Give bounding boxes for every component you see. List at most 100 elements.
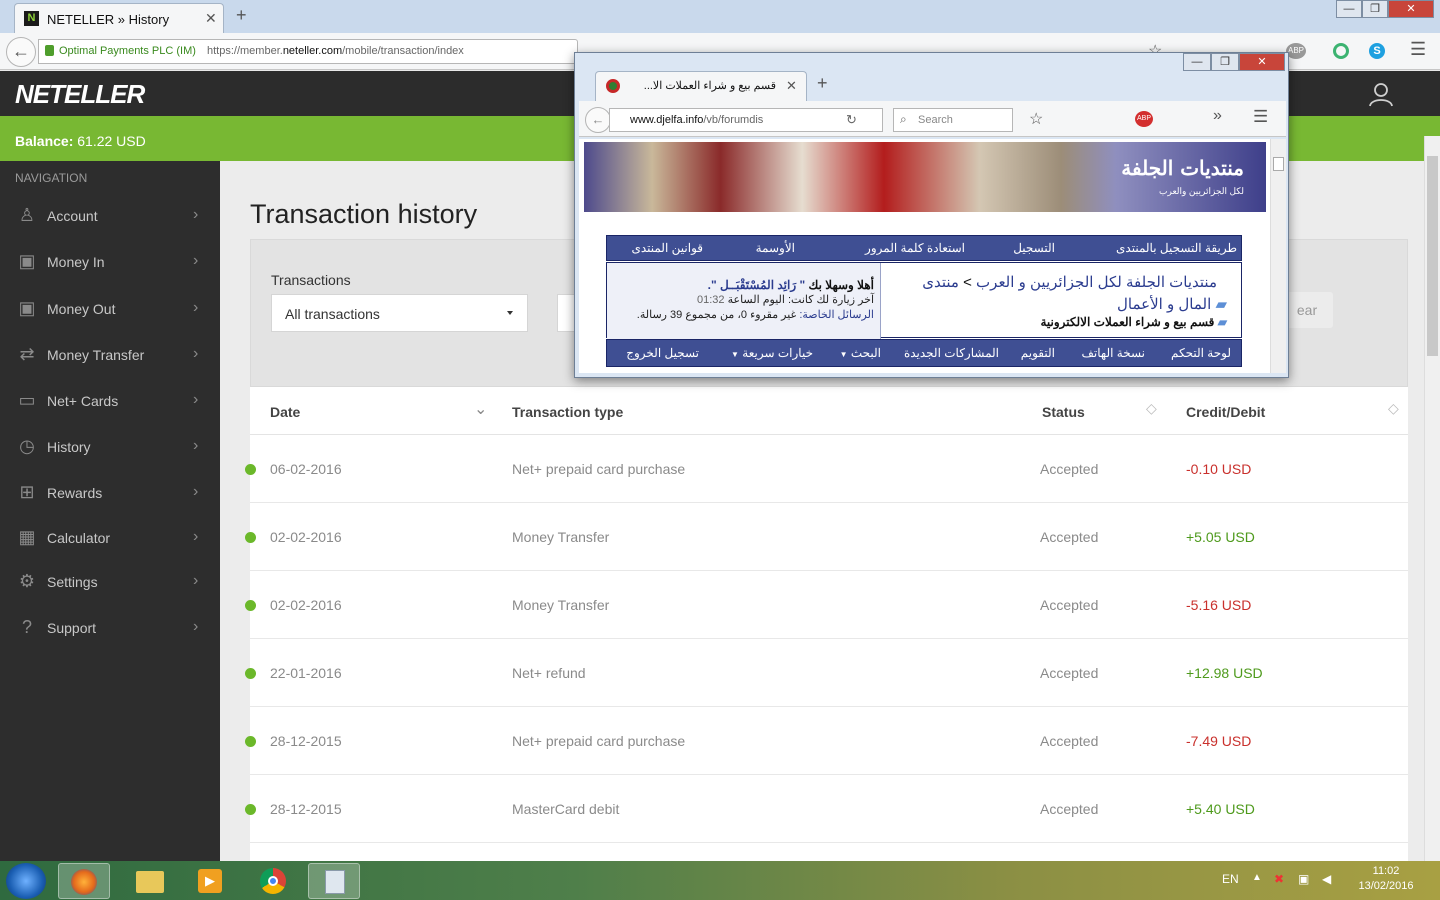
nav-search[interactable]: البحث ▼ [840,346,881,360]
taskbar-calculator[interactable] [308,863,360,899]
taskbar-firefox[interactable] [58,863,110,899]
close-window-button[interactable]: ✕ [1388,0,1434,18]
sidebar-item-history[interactable]: ◷ History › [0,426,220,466]
nav-register[interactable]: التسجيل [1013,241,1055,255]
tab-close-icon[interactable]: ✕ [205,10,217,27]
grammarly-icon[interactable] [1333,43,1349,59]
popup-maximize-button[interactable]: ❐ [1211,53,1239,71]
nav-recover-password[interactable]: استعادة كلمة المرور [865,241,965,255]
popup-reload-icon[interactable]: ↻ [846,112,857,128]
column-status[interactable]: Status [1042,404,1085,420]
nav-logout[interactable]: تسجيل الخروج [626,346,699,360]
sidebar-item-net-cards[interactable]: ▭ Net+ Cards › [0,380,220,420]
forum-logo[interactable]: منتديات الجلفة [1121,156,1244,180]
nav-registration-guide[interactable]: طريقة التسجيل بالمنتدى [1116,241,1237,255]
popup-url-bar[interactable]: www.djelfa.info/vb/forumdis ↻ [609,108,883,132]
popup-tab-close-icon[interactable]: ✕ [786,78,797,94]
table-row[interactable]: 02-02-2016 Money Transfer Accepted +5.05 US… [245,503,1408,571]
popup-scrollbar[interactable] [1270,139,1286,373]
nav-mobile-version[interactable]: نسخة الهاتف [1082,346,1146,360]
popup-tab-title: قسم بيع و شراء العملات الا... [643,80,776,92]
show-hidden-icons[interactable]: ▲ [1252,872,1262,883]
forum-banner: منتديات الجلفة لكل الجزائريين والعرب [584,142,1266,212]
popup-close-button[interactable]: ✕ [1239,53,1285,71]
table-row[interactable]: 28-12-2015 MasterCard debit Accepted +5.40 … [245,775,1408,843]
popup-adblock-icon[interactable]: ABP [1135,111,1153,127]
transactions-filter-select[interactable]: All transactions [271,294,528,332]
sidebar-item-rewards[interactable]: ⊞ Rewards › [0,472,220,512]
cell-amount: -7.49 USD [1186,733,1252,749]
back-arrow-icon[interactable]: ← [6,37,36,67]
status-dot [245,804,256,815]
page-scrollbar[interactable] [1424,136,1440,861]
clock[interactable]: 11:02 13/02/2016 [1356,865,1416,892]
menu-hamburger-icon[interactable]: ☰ [1410,39,1426,60]
tab-neteller-history[interactable]: N NETELLER » History ✕ [14,3,224,33]
popup-scrollbar-thumb[interactable] [1273,157,1284,171]
skype-icon[interactable]: S [1369,43,1385,59]
sort-icon[interactable]: ◇ [1146,400,1157,417]
nav-calendar[interactable]: التقويم [1021,346,1055,360]
nav-new-posts[interactable]: المشاركات الجديدة [904,346,999,360]
taskbar-media-player[interactable]: ▶ [184,863,236,899]
sidebar-item-calculator[interactable]: ▦ Calculator › [0,517,220,557]
sidebar-item-label: Account [47,208,98,224]
taskbar-explorer[interactable] [124,863,176,899]
column-transaction-type[interactable]: Transaction type [512,404,623,420]
sidebar-item-money-transfer[interactable]: ⇄ Money Transfer › [0,334,220,374]
sidebar-item-label: Money In [47,254,105,270]
pm-link[interactable]: الرسائل الخاصة: [799,309,874,321]
sort-desc-icon[interactable]: ⌄ [474,399,487,419]
popup-minimize-button[interactable]: — [1183,53,1211,71]
neteller-logo[interactable]: NETELLER [15,79,145,110]
popup-tab[interactable]: قسم بيع و شراء العملات الا... ✕ [595,71,807,101]
popup-new-tab-button[interactable]: + [817,73,828,94]
nav-rules[interactable]: قوانين المنتدى [631,241,703,255]
volume-icon[interactable]: ◀ [1322,872,1331,886]
sidebar-item-money-out[interactable]: ▣ Money Out › [0,288,220,328]
nav-quick-options[interactable]: خيارات سريعة ▼ [731,346,813,360]
url-bar[interactable]: Optimal Payments PLC (IM) https://member… [38,39,578,64]
table-row[interactable]: 22-01-2016 Net+ refund Accepted +12.98 USD [245,639,1408,707]
notification-icon[interactable]: ▣ [1298,872,1309,886]
new-tab-button[interactable]: + [236,5,247,26]
network-error-icon[interactable]: ✖ [1274,872,1284,886]
transactions-filter-label: Transactions [271,272,351,288]
windows-start-button[interactable] [6,863,46,899]
taskbar-chrome[interactable] [248,863,300,899]
breadcrumb-forum-link[interactable]: منتدى [922,274,959,291]
adblock-icon[interactable]: ABP [1286,43,1306,59]
sidebar-item-settings[interactable]: ⚙ Settings › [0,561,220,601]
calculator-icon [325,870,345,894]
nav-medals[interactable]: الأوسمة [756,241,795,255]
cell-date: 28-12-2015 [270,733,342,749]
sidebar-item-label: Calculator [47,530,111,546]
language-indicator[interactable]: EN [1222,872,1239,886]
maximize-button[interactable]: ❐ [1362,0,1388,18]
username-link[interactable]: " رَائِد المُسْتَقْبَــل ". [708,278,806,292]
table-row[interactable]: 06-02-2016 Net+ prepaid card purchase Acce… [245,435,1408,503]
table-row[interactable]: 28-12-2015 Net+ prepaid card purchase Acce… [245,707,1408,775]
tab-title: NETELLER » History [47,12,170,27]
column-date[interactable]: Date [270,404,300,420]
popup-overflow-icon[interactable]: » [1213,107,1222,125]
calculator-icon: ▦ [18,527,36,547]
table-row[interactable]: 02-02-2016 Money Transfer Accepted -5.16 US… [245,571,1408,639]
column-credit-debit[interactable]: Credit/Debit [1186,404,1265,420]
user-profile-icon[interactable] [1368,81,1394,107]
sidebar-item-account[interactable]: ♙ Account › [0,195,220,235]
sidebar-item-support[interactable]: ? Support › [0,607,220,647]
minimize-button[interactable]: — [1336,0,1362,18]
popup-search-field[interactable]: ⌕ Search [893,108,1013,132]
breadcrumb-root-link[interactable]: منتديات الجلفة لكل الجزائريين و العرب [976,274,1217,291]
status-dot [245,464,256,475]
forum-info-box: منتديات الجلفة لكل الجزائريين و العرب > … [606,262,1242,339]
sidebar-item-money-in[interactable]: ▣ Money In › [0,241,220,281]
popup-back-arrow-icon[interactable]: ← [585,107,611,133]
sort-icon[interactable]: ◇ [1388,400,1399,417]
breadcrumb-sub[interactable]: ▰ المال و الأعمال [1117,295,1227,313]
scrollbar-thumb[interactable] [1427,156,1438,356]
popup-bookmark-star-icon[interactable]: ☆ [1029,109,1043,129]
nav-control-panel[interactable]: لوحة التحكم [1171,346,1231,360]
popup-menu-icon[interactable]: ☰ [1253,107,1268,127]
